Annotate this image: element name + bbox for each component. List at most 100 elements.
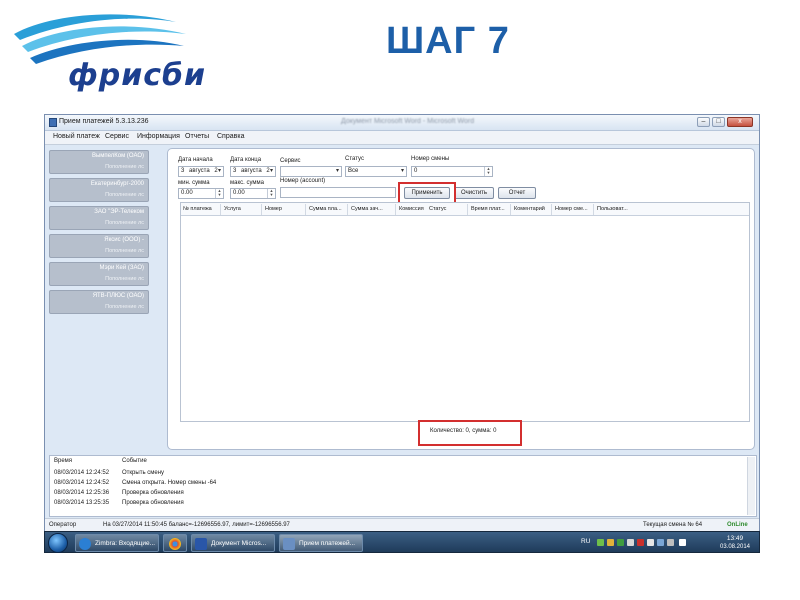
status-bar: Оператор На 03/27/2014 11:50:45 баланс=-… xyxy=(45,518,759,531)
end-date-picker[interactable]: 3 августа 2 ▾ xyxy=(230,166,276,177)
column-header[interactable]: Пользоват... xyxy=(597,206,628,212)
operator-label: Оператор xyxy=(49,522,77,528)
taskbar-item-zimbra[interactable]: Zimbra: Входящие... xyxy=(75,534,159,552)
service-subtitle: Пополнение лс xyxy=(105,248,144,254)
taskbar-item-chrome[interactable] xyxy=(163,534,187,552)
tray-icon[interactable] xyxy=(627,539,634,546)
column-header[interactable]: Коментарий xyxy=(514,206,545,212)
app-icon xyxy=(49,118,57,127)
start-month: августа xyxy=(189,168,210,174)
service-subtitle: Пополнение лс xyxy=(105,192,144,198)
report-button[interactable]: Отчет xyxy=(498,187,536,199)
min-sum-input[interactable]: 0.00 ▲ ▼ xyxy=(178,188,224,199)
spinner-arrows-icon[interactable]: ▲ ▼ xyxy=(484,167,492,176)
service-card[interactable]: ЗАО "ЭР-Телеком Пополнение лс xyxy=(49,206,149,230)
minimize-button[interactable]: – xyxy=(697,117,710,127)
column-separator xyxy=(261,204,262,215)
event-log: Время Событие 08/03/2014 12:24:52 Открыт… xyxy=(49,455,757,517)
frisbee-swoosh-logo xyxy=(14,14,186,64)
taskbar-item-word[interactable]: Документ Micros... xyxy=(191,534,275,552)
volume-icon[interactable] xyxy=(667,539,674,546)
task-label: Zimbra: Входящие... xyxy=(95,540,156,547)
task-label: Документ Micros... xyxy=(211,540,267,547)
tray-icon[interactable] xyxy=(607,539,614,546)
status-select[interactable]: Все ▾ xyxy=(345,166,407,177)
clock-time[interactable]: 13:49 xyxy=(717,535,753,542)
network-icon[interactable] xyxy=(657,539,664,546)
service-subtitle: Пополнение лс xyxy=(105,276,144,282)
column-separator xyxy=(510,204,511,215)
service-card[interactable]: Мэри Кей (ЗАО) Пополнение лс xyxy=(49,262,149,286)
flag-icon[interactable] xyxy=(679,539,686,546)
chevron-down-icon: ▾ xyxy=(269,168,273,174)
column-header[interactable]: Комиссия xyxy=(399,206,424,212)
menu-new-payment[interactable]: Новый платеж xyxy=(53,133,100,140)
service-label: Сервис xyxy=(280,158,301,164)
close-button[interactable]: x xyxy=(727,117,753,127)
end-day: 3 xyxy=(233,168,237,174)
slide-title: ШАГ 7 xyxy=(386,20,510,62)
menu-help[interactable]: Справка xyxy=(217,133,244,140)
maximize-button[interactable]: □ xyxy=(712,117,725,127)
service-card[interactable]: Екатеринбург-2000 Пополнение лс xyxy=(49,178,149,202)
start-button[interactable] xyxy=(48,533,68,553)
service-name: Екатеринбург-2000 xyxy=(90,181,144,187)
menu-bar: Новый платеж Сервис Информация Отчеты Сп… xyxy=(45,131,759,145)
chevron-down-icon: ▾ xyxy=(217,168,221,174)
service-card[interactable]: Яксис (ООО) - Пополнение лс xyxy=(49,234,149,258)
end-month: августа xyxy=(241,168,262,174)
service-name: Яксис (ООО) - xyxy=(104,237,144,243)
clock-date[interactable]: 03.08.2014 xyxy=(715,544,755,550)
spinner-arrows-icon[interactable]: ▲ ▼ xyxy=(215,189,223,198)
tray-icon[interactable] xyxy=(597,539,604,546)
column-separator xyxy=(305,204,306,215)
payments-table: № платежа Услуга Номер Сумма пла... Сумм… xyxy=(180,202,750,422)
column-header[interactable]: Номер xyxy=(265,206,282,212)
spinner-arrows-icon[interactable]: ▲ ▼ xyxy=(267,189,275,198)
service-card[interactable]: ЯТВ-ПЛЮС (ОАО) Пополнение лс xyxy=(49,290,149,314)
log-event: Открыть смену xyxy=(122,470,165,476)
table-header: № платежа Услуга Номер Сумма пла... Сумм… xyxy=(181,203,749,216)
status-value: Все xyxy=(348,168,359,174)
service-select[interactable]: ▾ xyxy=(280,166,342,177)
log-event: Проверка обновления xyxy=(122,490,184,496)
service-name: ЗАО "ЭР-Телеком xyxy=(94,209,144,215)
taskbar-item-payments[interactable]: Прием платежей... xyxy=(279,534,363,552)
menu-information[interactable]: Информация xyxy=(137,133,180,140)
chevron-down-icon: ▾ xyxy=(335,168,339,174)
shift-number-stepper[interactable]: 0 ▲ ▼ xyxy=(411,166,493,177)
column-separator xyxy=(467,204,468,215)
column-separator xyxy=(220,204,221,215)
tray-icon[interactable] xyxy=(637,539,644,546)
column-header[interactable]: Сумма зач... xyxy=(351,206,383,212)
service-subtitle: Пополнение лс xyxy=(105,220,144,226)
account-label: Номер (account) xyxy=(280,178,326,184)
account-input[interactable] xyxy=(280,187,396,198)
windows-taskbar: Zimbra: Входящие... Документ Micros... П… xyxy=(44,531,760,553)
column-header[interactable]: Время плат... xyxy=(471,206,505,212)
payments-panel: Дата начала Дата конца Сервис Статус Ном… xyxy=(167,148,755,450)
max-sum-input[interactable]: 0.00 ▲ ▼ xyxy=(230,188,276,199)
window-titlebar[interactable]: Прием платежей 5.3.13.236 Документ Micro… xyxy=(45,115,759,131)
service-subtitle: Пополнение лс xyxy=(105,304,144,310)
column-header[interactable]: № платежа xyxy=(183,206,212,212)
log-event-header: Событие xyxy=(122,458,147,464)
max-sum-label: макс. сумма xyxy=(230,180,265,186)
language-indicator[interactable]: RU xyxy=(581,538,590,545)
column-header[interactable]: Статус xyxy=(429,206,446,212)
tray-icon[interactable] xyxy=(617,539,624,546)
column-header[interactable]: Номер сме... xyxy=(555,206,588,212)
balance-text: На 03/27/2014 11:50:45 баланс=-12696556.… xyxy=(103,522,290,528)
tray-icon[interactable] xyxy=(647,539,654,546)
menu-reports[interactable]: Отчеты xyxy=(185,133,209,140)
start-date-picker[interactable]: 3 августа 2 ▾ xyxy=(178,166,224,177)
browser-icon xyxy=(79,538,91,550)
log-time-header: Время xyxy=(54,458,73,464)
service-card[interactable]: ВымпелКом (ОАО) Пополнение лс xyxy=(49,150,149,174)
menu-service[interactable]: Сервис xyxy=(105,133,129,140)
log-event: Проверка обновления xyxy=(122,500,184,506)
column-header[interactable]: Услуга xyxy=(224,206,241,212)
column-header[interactable]: Сумма пла... xyxy=(309,206,342,212)
clear-button[interactable]: Очистить xyxy=(454,187,494,199)
log-scrollbar[interactable] xyxy=(747,457,755,515)
